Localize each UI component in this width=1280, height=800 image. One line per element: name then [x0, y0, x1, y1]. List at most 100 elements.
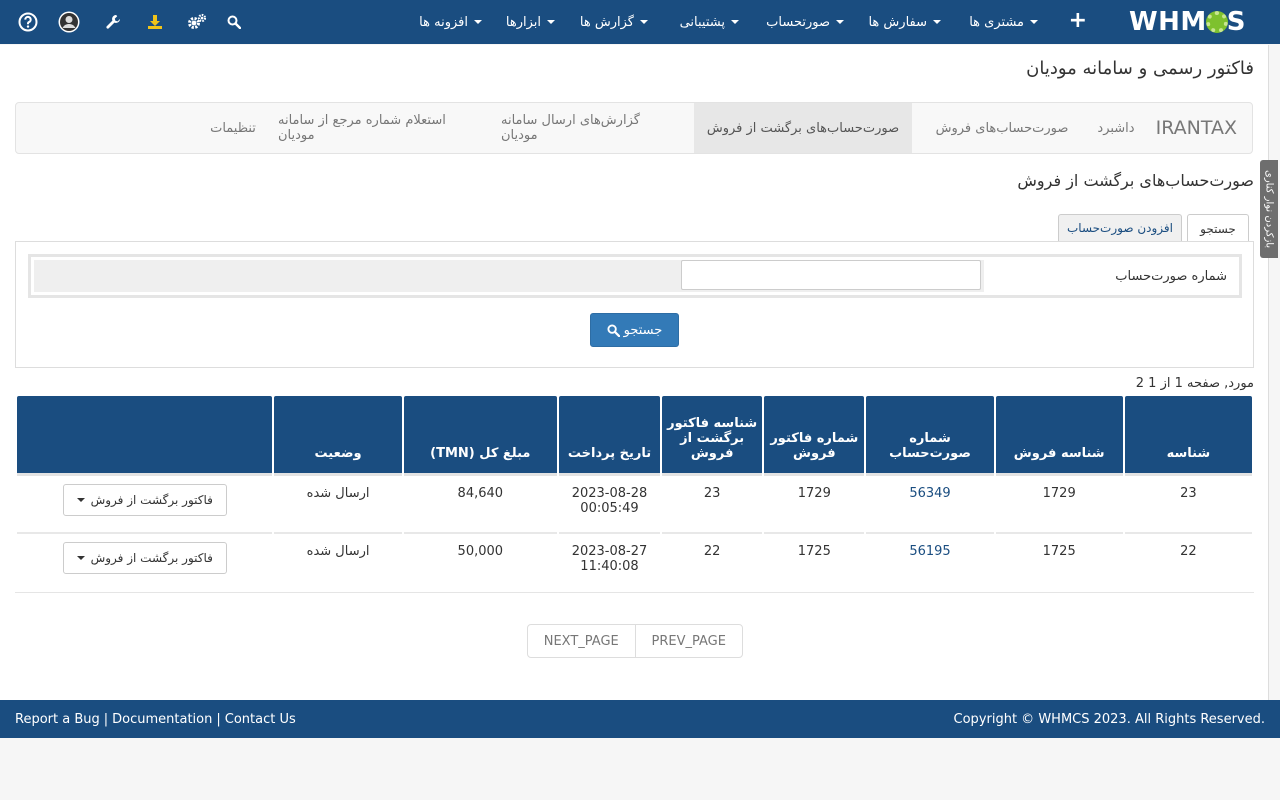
download-icon[interactable]: [144, 11, 166, 33]
nav-orders[interactable]: سفارش ها: [868, 0, 941, 44]
caret-down-icon: [76, 556, 85, 560]
cell-total: 84,640: [403, 473, 557, 532]
return-invoice-dropdown-button[interactable]: فاکتور برگشت از فروش: [62, 542, 227, 574]
search-field-row: شماره صورت‌حساب: [28, 254, 1242, 298]
nav-reports[interactable]: گزارش ها: [580, 0, 648, 44]
module-tabbar: IRANTAX داشبرد صورت‌حساب‌های فروش صورت‌ح…: [15, 102, 1253, 154]
nav-clients[interactable]: مشتری ها: [969, 0, 1038, 44]
tab-search[interactable]: جستجو: [1187, 214, 1249, 242]
whmcs-logo[interactable]: WHM S: [1129, 7, 1246, 37]
nav-label: صورتحساب: [766, 14, 830, 30]
tab-add-invoice[interactable]: افزودن صورت‌حساب: [1058, 214, 1182, 241]
table-bottom-divider: [15, 592, 1254, 593]
action-label: فاکتور برگشت از فروش: [90, 493, 213, 507]
footer-separator: |: [216, 711, 221, 727]
cell-invoice: 56195: [866, 532, 994, 591]
col-id[interactable]: شناسه: [1124, 396, 1252, 473]
cell-actions: فاکتور برگشت از فروش: [17, 532, 273, 591]
cell-return-id: 23: [662, 473, 763, 532]
col-sale-invoice-number[interactable]: شماره فاکتور فروش: [764, 396, 865, 473]
nav-addons[interactable]: افزونه ها: [419, 0, 482, 44]
search-button-label: جستجو: [623, 322, 663, 338]
search-button[interactable]: جستجو: [590, 313, 679, 347]
col-payment-date[interactable]: تاریخ پرداخت: [558, 396, 661, 473]
caret-down-icon: [836, 20, 844, 24]
cell-status: ارسال شده: [274, 532, 402, 591]
copyright: Copyright © WHMCS 2023. All Rights Reser…: [953, 711, 1265, 727]
cell-invoice: 56349: [866, 473, 994, 532]
caret-down-icon: [1030, 20, 1038, 24]
time-value: 11:40:08: [580, 559, 639, 574]
invoice-number-input[interactable]: [681, 260, 981, 290]
cell-id: 23: [1124, 473, 1252, 532]
cell-id: 22: [1124, 532, 1252, 591]
cell-date: 2023-08-28 00:05:49: [558, 473, 661, 532]
col-total[interactable]: مبلغ کل (TMN): [403, 396, 557, 473]
nav-label: افزونه ها: [419, 14, 468, 30]
wrench-icon[interactable]: [102, 11, 124, 33]
footer-links: Report a Bug | Documentation | Contact U…: [15, 700, 296, 738]
invoices-table: شناسه شناسه فروش شماره صورت‌حساب شماره ف…: [15, 396, 1254, 591]
nav-label: سفارش ها: [868, 14, 927, 30]
content-border: [1268, 45, 1269, 700]
plus-icon[interactable]: +: [1069, 10, 1087, 32]
col-status[interactable]: وضعیت: [274, 396, 402, 473]
results-count: 2 مورد, صفحه 1 از 1: [1135, 376, 1254, 391]
cell-status: ارسال شده: [274, 473, 402, 532]
nav-utilities[interactable]: ابزارها: [506, 0, 555, 44]
open-sidebar-tab[interactable]: بازکردن نوار کناری: [1260, 160, 1278, 258]
caret-down-icon: [474, 20, 482, 24]
footer-separator: |: [103, 711, 109, 727]
nav-label: پشتیبانی: [679, 14, 725, 30]
cell-return-id: 22: [662, 532, 763, 591]
cell-sale-invoice: 1725: [764, 532, 865, 591]
report-bug-link[interactable]: Report a Bug: [15, 712, 100, 727]
return-invoice-dropdown-button[interactable]: فاکتور برگشت از فروش: [62, 484, 227, 516]
tab-sales-invoices[interactable]: صورت‌حساب‌های فروش: [928, 103, 1076, 153]
logo-text-left: WHM: [1128, 7, 1207, 37]
top-navbar: WHM S + مشتری ها سفارش ها صورتحساب پشتیب…: [0, 0, 1280, 44]
col-invoice-number[interactable]: شماره صورت‌حساب: [866, 396, 994, 473]
tab-send-reports[interactable]: گزارش‌های ارسال سامانه مودیان: [501, 103, 679, 153]
cell-sale-id: 1725: [995, 532, 1123, 591]
gears-icon[interactable]: [186, 11, 208, 33]
table-header-row: شناسه شناسه فروش شماره صورت‌حساب شماره ف…: [17, 396, 1252, 473]
cell-total: 50,000: [403, 532, 557, 591]
table-row: 23 1729 56349 1729 23 2023-08-28 00:05:49…: [17, 473, 1252, 532]
nav-billing[interactable]: صورتحساب: [766, 0, 844, 44]
date-value: 2023-08-28: [571, 486, 648, 501]
time-value: 00:05:49: [580, 501, 639, 516]
tab-return-invoices[interactable]: صورت‌حساب‌های برگشت از فروش: [694, 103, 912, 153]
search-icon: [607, 323, 620, 337]
table-row: 22 1725 56195 1725 22 2023-08-27 11:40:08…: [17, 532, 1252, 591]
documentation-link[interactable]: Documentation: [112, 712, 212, 727]
action-label: فاکتور برگشت از فروش: [90, 551, 213, 565]
nav-label: ابزارها: [505, 14, 541, 30]
caret-down-icon: [547, 20, 555, 24]
nav-support[interactable]: پشتیبانی: [680, 0, 739, 44]
logo-gear-icon: [1205, 11, 1228, 33]
caret-down-icon: [76, 498, 85, 502]
logo-text-right: S: [1226, 7, 1246, 37]
col-sale-id[interactable]: شناسه فروش: [995, 396, 1123, 473]
brand-irantax[interactable]: IRANTAX: [1156, 103, 1237, 153]
nav-label: مشتری ها: [969, 14, 1024, 30]
invoice-link[interactable]: 56349: [909, 486, 950, 501]
invoice-number-label: شماره صورت‌حساب: [1115, 268, 1227, 284]
caret-down-icon: [933, 20, 941, 24]
caret-down-icon: [640, 20, 648, 24]
cell-date: 2023-08-27 11:40:08: [558, 532, 661, 591]
tab-reference-inquiry[interactable]: استعلام شماره مرجع از سامانه مودیان: [278, 103, 486, 153]
col-return-id[interactable]: شناسه فاکتور برگشت از فروش: [662, 396, 763, 473]
section-title: صورت‌حساب‌های برگشت از فروش: [1017, 171, 1254, 190]
tab-dashboard[interactable]: داشبرد: [1091, 103, 1141, 153]
avatar[interactable]: [58, 11, 80, 33]
help-icon[interactable]: [17, 11, 39, 33]
search-icon[interactable]: [223, 11, 245, 33]
tab-settings[interactable]: تنظیمات: [203, 103, 263, 153]
footer: Report a Bug | Documentation | Contact U…: [0, 700, 1280, 738]
contact-us-link[interactable]: Contact Us: [225, 712, 296, 727]
invoice-link[interactable]: 56195: [909, 544, 950, 559]
next-page-button[interactable]: NEXT_PAGE: [528, 625, 636, 657]
prev-page-button[interactable]: PREV_PAGE: [636, 625, 743, 657]
